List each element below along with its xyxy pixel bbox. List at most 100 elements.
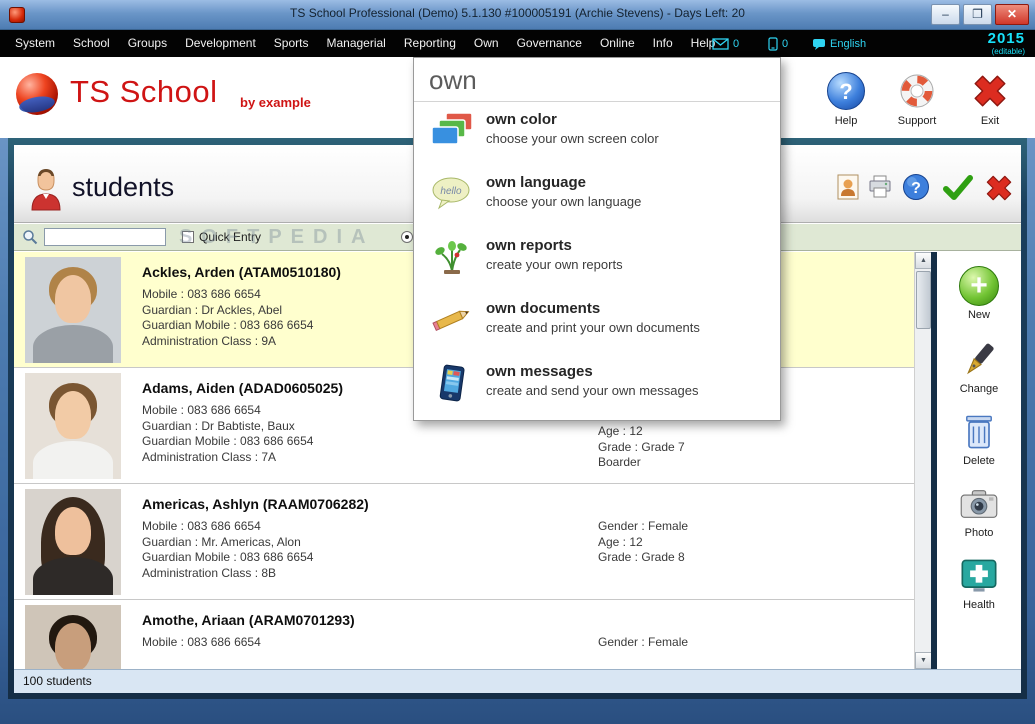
accept-check-icon[interactable] [942, 173, 974, 201]
scroll-thumb[interactable] [916, 271, 931, 329]
search-icon [23, 230, 38, 245]
quick-entry-label: Quick Entry [199, 230, 262, 244]
detail-line: Administration Class : 8B [142, 565, 277, 580]
search-input[interactable] [44, 228, 166, 246]
extra-line: Age : 12 [598, 534, 643, 549]
menu-managerial[interactable]: Managerial [317, 30, 394, 57]
student-name: Ackles, Arden (ATAM0510180) [142, 264, 341, 280]
maximize-button[interactable]: ❐ [963, 4, 992, 25]
support-button-label: Support [897, 115, 937, 127]
menu-own[interactable]: Own [465, 30, 508, 57]
quick-entry-checkbox[interactable] [182, 231, 194, 243]
change-button[interactable]: Change [937, 340, 1021, 395]
language-label: English [830, 37, 867, 50]
titlebar: TS School Professional (Demo) 5.1.130 #1… [0, 0, 1035, 30]
close-button[interactable]: ✕ [995, 4, 1029, 25]
menu-reporting[interactable]: Reporting [395, 30, 465, 57]
own-messages-subtitle: create and send your own messages [486, 383, 699, 398]
own-dropdown-menu: own own color choose your own screen col… [413, 57, 781, 421]
scroll-down-button[interactable]: ▼ [915, 652, 932, 669]
student-details: Mobile : 083 686 6654 Guardian : Dr Ackl… [142, 287, 313, 349]
window-controls: – ❐ ✕ [931, 4, 1029, 25]
action-panel: + New Change Delete Photo Health [937, 252, 1021, 669]
menu-item-own-reports[interactable]: own reports create your own reports [414, 228, 780, 291]
exit-button[interactable]: Exit [957, 72, 1023, 127]
own-messages-title: own messages [486, 363, 593, 380]
status-text: 100 students [23, 674, 92, 688]
sms-count: 0 [782, 37, 789, 50]
hello-bubble-icon: hello [430, 175, 474, 215]
mail-indicator[interactable]: 0 [712, 30, 739, 57]
own-reports-title: own reports [486, 237, 572, 254]
extra-line: Grade : Grade 7 [598, 439, 685, 454]
detail-line: Mobile : 083 686 6654 [142, 635, 261, 649]
page-title: students [72, 172, 175, 202]
svg-text:?: ? [911, 180, 921, 197]
menu-item-own-documents[interactable]: own documents create and print your own … [414, 291, 780, 354]
vertical-scrollbar[interactable]: ▲ ▼ [914, 252, 932, 669]
menu-item-own-color[interactable]: own color choose your own screen color [414, 102, 780, 165]
cancel-x-icon[interactable] [984, 173, 1016, 201]
new-button[interactable]: + New [937, 266, 1021, 321]
detail-line: Guardian : Mr. Americas, Alon [142, 534, 301, 549]
student-row[interactable]: Americas, Ashlyn (RAAM0706282) Mobile : … [14, 484, 914, 600]
delete-button[interactable]: Delete [937, 412, 1021, 467]
extra-line: Gender : Female [598, 635, 689, 649]
student-photo [25, 489, 121, 595]
language-selector[interactable]: English [812, 30, 866, 57]
plant-icon [430, 238, 474, 278]
help-button[interactable]: ? Help [813, 72, 879, 127]
menu-item-own-language[interactable]: hello own language choose your own langu… [414, 165, 780, 228]
window-title: TS School Professional (Demo) 5.1.130 #1… [290, 6, 745, 20]
detail-line: Guardian : Dr Babtiste, Baux [142, 418, 295, 433]
student-extra: Age : 12 Grade : Grade 7 Boarder [598, 424, 685, 471]
exit-button-label: Exit [980, 115, 1000, 127]
camera-icon [959, 484, 999, 524]
help-circle-icon[interactable]: ? [902, 173, 930, 201]
own-language-title: own language [486, 174, 587, 191]
student-extra: Gender : Female [598, 635, 688, 651]
menu-sports[interactable]: Sports [265, 30, 318, 57]
extra-line: Grade : Grade 8 [598, 550, 685, 564]
menu-development[interactable]: Development [176, 30, 265, 57]
student-row[interactable]: Amothe, Ariaan (ARAM0701293) Mobile : 08… [14, 600, 914, 669]
app-window: TS School Professional (Demo) 5.1.130 #1… [0, 0, 1035, 724]
student-name: Amothe, Ariaan (ARAM0701293) [142, 612, 355, 628]
extra-line: Age : 12 [598, 424, 643, 438]
minimize-button[interactable]: – [931, 4, 960, 25]
menu-item-own-messages[interactable]: own messages create and send your own me… [414, 354, 780, 417]
menu-groups[interactable]: Groups [119, 30, 176, 57]
student-details: Mobile : 083 686 6654 Guardian : Mr. Ame… [142, 519, 313, 581]
detail-line: Mobile : 083 686 6654 [142, 403, 261, 417]
id-photo-icon[interactable] [834, 173, 862, 201]
student-bust-icon [28, 167, 64, 216]
current-radio[interactable] [401, 231, 414, 243]
scroll-up-button[interactable]: ▲ [915, 252, 932, 269]
menu-info[interactable]: Info [644, 30, 682, 57]
sms-indicator[interactable]: 0 [768, 30, 788, 57]
own-reports-subtitle: create your own reports [486, 257, 623, 272]
print-icon[interactable] [866, 173, 894, 201]
year-badge[interactable]: 2015 (editable) [988, 31, 1025, 56]
menu-online[interactable]: Online [591, 30, 644, 57]
student-extra: Gender : Female Age : 12 Grade : Grade 8 [598, 519, 688, 566]
support-button[interactable]: Support [884, 72, 950, 127]
delete-button-label: Delete [963, 455, 995, 467]
extra-line: Gender : Female [598, 519, 689, 533]
detail-line: Mobile : 083 686 6654 [142, 519, 261, 533]
menu-governance[interactable]: Governance [508, 30, 591, 57]
color-screens-icon [430, 112, 474, 152]
year-value: 2015 [987, 30, 1025, 47]
plus-icon: + [959, 266, 999, 306]
menu-system[interactable]: System [6, 30, 64, 57]
menu-school[interactable]: School [64, 30, 119, 57]
student-name: Americas, Ashlyn (RAAM0706282) [142, 496, 369, 512]
health-button[interactable]: Health [937, 556, 1021, 611]
detail-line: Guardian Mobile : 083 686 6654 [142, 318, 314, 332]
year-note: (editable) [991, 47, 1025, 56]
detail-line: Administration Class : 7A [142, 449, 277, 464]
trash-bin-icon [959, 412, 999, 452]
own-color-title: own color [486, 111, 557, 128]
exit-x-icon [971, 72, 1009, 110]
photo-button[interactable]: Photo [937, 484, 1021, 539]
